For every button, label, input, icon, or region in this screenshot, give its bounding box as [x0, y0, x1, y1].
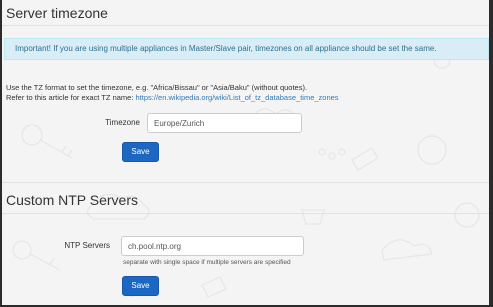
timezone-label: Timezone [105, 118, 140, 127]
section-divider [2, 25, 489, 26]
ntp-section-title: Custom NTP Servers [6, 192, 138, 208]
tz-wikipedia-link[interactable]: https://en.wikipedia.org/wiki/List_of_tz… [136, 93, 339, 102]
timezone-save-button[interactable]: Save [122, 142, 159, 162]
master-slave-alert: Important! If you are using multiple app… [4, 38, 489, 60]
settings-panel: Server timezone Important! If you are us… [2, 0, 489, 305]
ntp-servers-input[interactable] [121, 236, 304, 256]
section-divider [2, 213, 489, 214]
section-divider [2, 182, 489, 183]
ntp-save-button[interactable]: Save [122, 276, 159, 296]
tz-format-help: Use the TZ format to set the timezone, e… [6, 83, 308, 92]
timezone-input[interactable] [147, 113, 302, 133]
ntp-servers-label: NTP Servers [64, 241, 110, 250]
tz-article-help: Refer to this article for exact TZ name:… [6, 93, 339, 102]
ntp-servers-hint: separate with single space if multiple s… [123, 259, 291, 266]
timezone-section-title: Server timezone [6, 5, 108, 21]
tz-article-prefix: Refer to this article for exact TZ name: [6, 93, 134, 102]
